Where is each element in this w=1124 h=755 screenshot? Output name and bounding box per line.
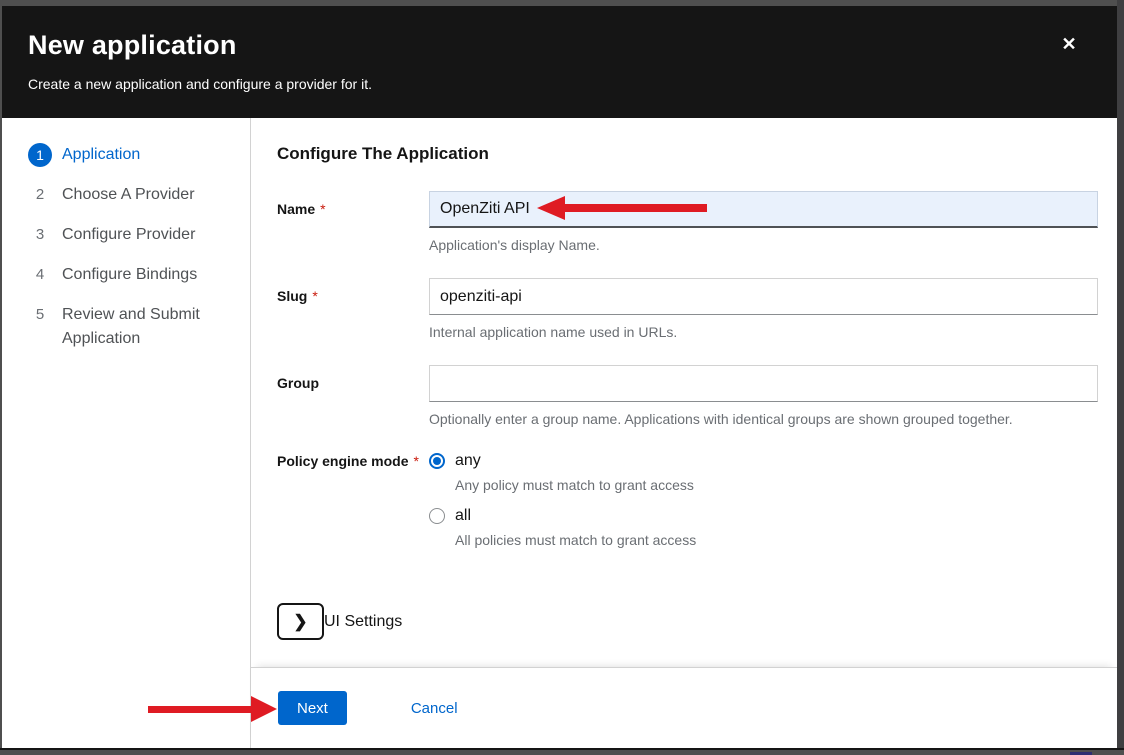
radio-all-icon[interactable] — [429, 508, 445, 524]
group-label: Group — [277, 375, 319, 391]
backdrop-edge-right — [1117, 0, 1124, 755]
name-field[interactable] — [429, 191, 1098, 228]
modal-title: New application — [28, 30, 1091, 61]
backdrop-edge-bottom — [0, 748, 1124, 755]
close-icon[interactable]: ✕ — [1057, 32, 1081, 56]
modal-header: New application Create a new application… — [2, 6, 1117, 118]
wizard-step-choose-provider[interactable]: 2 Choose A Provider — [28, 183, 232, 207]
radio-any-label: any — [455, 452, 481, 470]
modal-body: 1 Application 2 Choose A Provider 3 Conf… — [2, 118, 1117, 748]
step-number: 3 — [28, 223, 52, 247]
slug-control-col: Internal application name used in URLs. — [429, 278, 1098, 340]
new-application-modal: New application Create a new application… — [2, 6, 1117, 748]
chevron-right-icon: ❯ — [293, 612, 307, 632]
step-number: 1 — [28, 143, 52, 167]
policy-control-col: any Any policy must match to grant acces… — [429, 452, 1098, 562]
policy-label-col: Policy engine mode * — [277, 452, 429, 562]
modal-subtitle: Create a new application and configure a… — [28, 76, 1091, 92]
wizard-step-configure-bindings[interactable]: 4 Configure Bindings — [28, 263, 232, 287]
wizard-step-review-submit[interactable]: 5 Review and Submit Application — [28, 303, 232, 351]
required-asterisk: * — [320, 201, 325, 217]
group-label-col: Group — [277, 365, 429, 427]
slug-field[interactable] — [429, 278, 1098, 315]
name-label-col: Name * — [277, 191, 429, 253]
cancel-button[interactable]: Cancel — [411, 700, 458, 717]
form-content: Configure The Application Name * Applicat… — [251, 118, 1117, 667]
group-row: Group Optionally enter a group name. App… — [277, 365, 1097, 427]
step-number: 2 — [28, 183, 52, 207]
slug-label: Slug — [277, 288, 307, 304]
wizard-step-configure-provider[interactable]: 3 Configure Provider — [28, 223, 232, 247]
ui-settings-row: ❯ UI Settings — [277, 603, 1097, 640]
group-control-col: Optionally enter a group name. Applicati… — [429, 365, 1098, 427]
name-row: Name * Application's display Name. — [277, 191, 1097, 253]
next-button[interactable]: Next — [278, 691, 347, 725]
required-asterisk: * — [312, 288, 317, 304]
wizard-nav: 1 Application 2 Choose A Provider 3 Conf… — [2, 118, 251, 748]
wizard-step-application[interactable]: 1 Application — [28, 143, 232, 167]
step-label: Choose A Provider — [62, 183, 195, 207]
name-control-col: Application's display Name. — [429, 191, 1098, 253]
step-label: Application — [62, 143, 140, 167]
name-helper: Application's display Name. — [429, 237, 1098, 253]
radio-any-icon[interactable] — [429, 453, 445, 469]
policy-option-all[interactable]: all — [429, 507, 1098, 525]
step-label: Review and Submit Application — [62, 303, 232, 351]
ui-settings-label: UI Settings — [324, 613, 402, 631]
step-label: Configure Bindings — [62, 263, 197, 287]
policy-option-any[interactable]: any — [429, 452, 1098, 470]
ui-settings-toggle[interactable]: ❯ — [277, 603, 324, 640]
policy-any-helper: Any policy must match to grant access — [455, 477, 1098, 493]
group-field[interactable] — [429, 365, 1098, 402]
name-label: Name — [277, 201, 315, 217]
page-title: Configure The Application — [277, 144, 1097, 164]
radio-all-label: all — [455, 507, 471, 525]
policy-all-helper: All policies must match to grant access — [455, 532, 1098, 548]
slug-label-col: Slug * — [277, 278, 429, 340]
policy-row: Policy engine mode * any Any policy must … — [277, 452, 1097, 562]
slug-helper: Internal application name used in URLs. — [429, 324, 1098, 340]
group-helper: Optionally enter a group name. Applicati… — [429, 411, 1098, 427]
step-number: 5 — [28, 303, 52, 327]
modal-footer: Next Cancel — [251, 667, 1117, 748]
slug-row: Slug * Internal application name used in … — [277, 278, 1097, 340]
step-number: 4 — [28, 263, 52, 287]
required-asterisk: * — [413, 453, 418, 469]
step-label: Configure Provider — [62, 223, 195, 247]
main-column: Configure The Application Name * Applicat… — [251, 118, 1117, 748]
policy-label: Policy engine mode — [277, 453, 408, 469]
